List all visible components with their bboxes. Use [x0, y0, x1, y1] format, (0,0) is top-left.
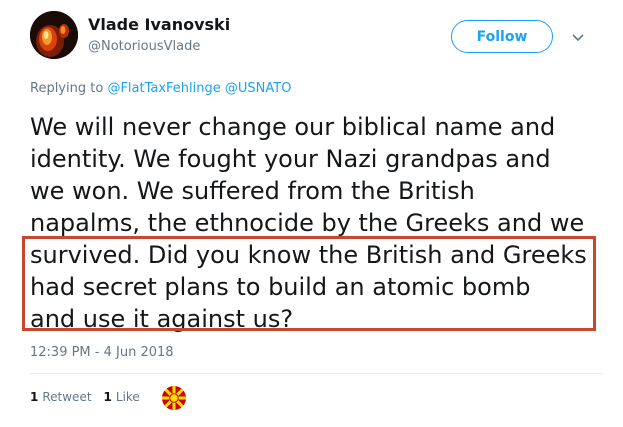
- tweet-text-line: and use it against us?: [30, 305, 294, 333]
- tweet-timestamp[interactable]: 12:39 PM - 4 Jun 2018: [30, 345, 174, 360]
- tweet-text-line: We will never change our biblical name a…: [30, 113, 556, 141]
- replying-to: Replying to @FlatTaxFehlinge @USNATO: [30, 81, 291, 96]
- tweet-text: We will never change our biblical name a…: [30, 111, 602, 335]
- tweet-text-line: survived. Did you know the British and G…: [30, 241, 587, 269]
- mention-link[interactable]: @FlatTaxFehlinge: [107, 81, 220, 96]
- divider: [30, 373, 603, 374]
- retweet-count: 1: [30, 390, 39, 404]
- user-handle[interactable]: @NotoriousVlade: [88, 39, 200, 54]
- tweet-card: Vlade Ivanovski @NotoriousVlade Follow R…: [0, 0, 623, 427]
- tweet-text-line: we won. We suffered from the British: [30, 177, 475, 205]
- user-display-name[interactable]: Vlade Ivanovski: [88, 15, 230, 34]
- chevron-down-icon[interactable]: [571, 30, 585, 44]
- retweet-stat[interactable]: 1 Retweet: [30, 390, 92, 404]
- tweet-text-line: napalms, the ethnocide by the Greeks and…: [30, 209, 585, 237]
- tweet-text-line: had secret plans to build an atomic bomb: [30, 273, 531, 301]
- avatar-image: [30, 11, 78, 59]
- user-avatar[interactable]: [30, 11, 78, 59]
- tweet-text-line: identity. We fought your Nazi grandpas a…: [30, 145, 551, 173]
- tweet-stats: 1 Retweet 1 Like: [30, 390, 140, 404]
- like-stat[interactable]: 1 Like: [104, 390, 140, 404]
- flag-icon: [162, 386, 186, 410]
- follow-button[interactable]: Follow: [451, 20, 553, 53]
- like-label: Like: [115, 390, 140, 404]
- macedonian-flag-avatar[interactable]: [162, 386, 186, 410]
- retweet-label: Retweet: [42, 390, 92, 404]
- replying-to-label: Replying to: [30, 81, 104, 96]
- mention-link[interactable]: @USNATO: [225, 81, 292, 96]
- like-count: 1: [103, 390, 112, 404]
